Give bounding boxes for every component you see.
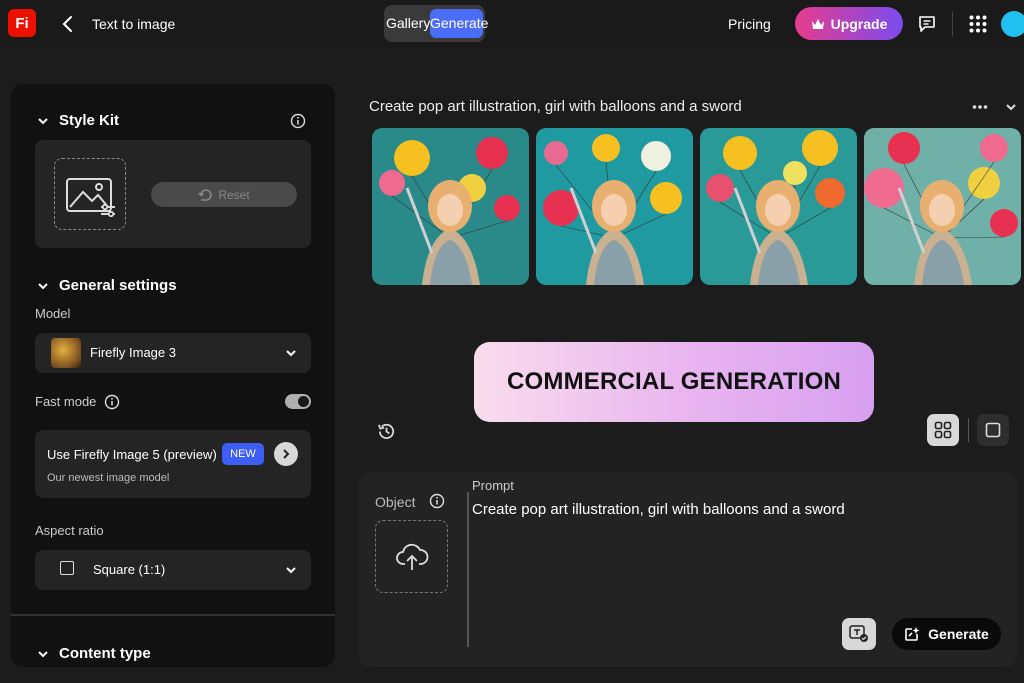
single-view-icon (985, 422, 1001, 438)
settings-panel: Style Kit Reset General settings Model F… (11, 84, 335, 667)
tab-gallery[interactable]: Gallery (386, 9, 430, 38)
page-title: Text to image (92, 16, 176, 32)
prompt-panel: Object Prompt Create pop art illustratio… (359, 472, 1017, 667)
style-kit-title: Style Kit (59, 112, 120, 129)
prompt-label: Prompt (472, 478, 514, 493)
cloud-upload-icon (395, 543, 428, 570)
fast-mode-toggle[interactable] (285, 394, 311, 409)
chevron-down-icon[interactable] (1005, 101, 1017, 113)
text-credentials-button[interactable] (842, 618, 876, 650)
firefly-logo[interactable]: Fi (8, 9, 36, 37)
text-check-icon (849, 625, 868, 642)
divider (11, 614, 335, 616)
model-value: Firefly Image 3 (90, 345, 176, 360)
undo-icon (198, 188, 213, 201)
result-image-2[interactable] (536, 128, 693, 285)
object-upload-slot[interactable] (375, 520, 448, 593)
aspect-ratio-dropdown[interactable]: Square (1:1) (35, 550, 311, 590)
tab-generate[interactable]: Generate (430, 9, 488, 38)
crown-icon (811, 18, 824, 29)
chevron-down-icon (286, 567, 296, 574)
feedback-chat-icon[interactable] (917, 14, 937, 34)
model-label: Model (35, 306, 71, 321)
model-thumbnail (51, 338, 81, 368)
aspect-ratio-label: Aspect ratio (35, 523, 104, 538)
result-image-4[interactable] (864, 128, 1021, 285)
chevron-right-icon (283, 449, 290, 459)
chevron-down-icon (38, 282, 48, 289)
top-bar: Fi Text to image Gallery Generate Pricin… (0, 0, 1024, 48)
general-settings-header[interactable]: General settings (37, 277, 177, 294)
divider (467, 492, 469, 647)
upgrade-button[interactable]: Upgrade (795, 7, 903, 40)
result-image-3[interactable] (700, 128, 857, 285)
reset-label: Reset (218, 187, 250, 202)
style-kit-header[interactable]: Style Kit (37, 112, 119, 129)
result-image-1[interactable] (372, 128, 529, 285)
style-image-slot[interactable] (54, 158, 126, 230)
history-icon[interactable] (376, 421, 397, 442)
general-settings-title: General settings (59, 277, 177, 294)
promo-arrow-button[interactable] (274, 442, 298, 466)
prompt-input[interactable]: Create pop art illustration, girl with b… (472, 501, 845, 518)
generate-button[interactable]: Generate (892, 618, 1001, 650)
info-icon[interactable] (104, 394, 120, 410)
reset-button[interactable]: Reset (151, 182, 297, 207)
new-badge: NEW (222, 443, 264, 465)
square-icon (60, 561, 74, 575)
image-settings-icon (66, 178, 115, 218)
content-type-header[interactable]: Content type (37, 645, 151, 662)
promo-subtitle: Our newest image model (47, 472, 170, 484)
aspect-ratio-value: Square (1:1) (93, 562, 166, 577)
promo-title: Use Firefly Image 5 (preview) (47, 447, 217, 462)
grid-view-button[interactable] (927, 414, 959, 446)
style-kit-box: Reset (35, 140, 311, 248)
chevron-down-icon (286, 350, 296, 357)
divider (952, 12, 953, 36)
pricing-link[interactable]: Pricing (728, 16, 771, 32)
fast-mode-label: Fast mode (35, 394, 97, 409)
generation-prompt-heading: Create pop art illustration, girl with b… (369, 98, 742, 115)
content-type-title: Content type (59, 645, 151, 662)
commercial-generation-banner: COMMERCIAL GENERATION (474, 342, 874, 422)
chevron-down-icon (38, 650, 48, 657)
generate-sparkle-icon (905, 627, 920, 641)
divider (968, 418, 969, 442)
model-dropdown[interactable]: Firefly Image 3 (35, 333, 311, 373)
single-view-button[interactable] (977, 414, 1009, 446)
back-arrow-icon[interactable] (60, 14, 76, 34)
generate-label: Generate (928, 626, 989, 642)
upgrade-label: Upgrade (830, 15, 888, 32)
info-icon[interactable] (290, 113, 306, 129)
info-icon[interactable] (429, 493, 445, 509)
avatar[interactable] (1001, 11, 1024, 37)
object-label: Object (375, 494, 416, 510)
chevron-down-icon (38, 117, 48, 124)
firefly-5-promo[interactable]: Use Firefly Image 5 (preview) NEW Our ne… (35, 430, 311, 498)
grid-view-icon (934, 421, 952, 439)
mode-switcher: Gallery Generate (384, 5, 488, 42)
apps-grid-icon[interactable] (969, 15, 987, 33)
more-options-icon[interactable] (972, 104, 988, 110)
